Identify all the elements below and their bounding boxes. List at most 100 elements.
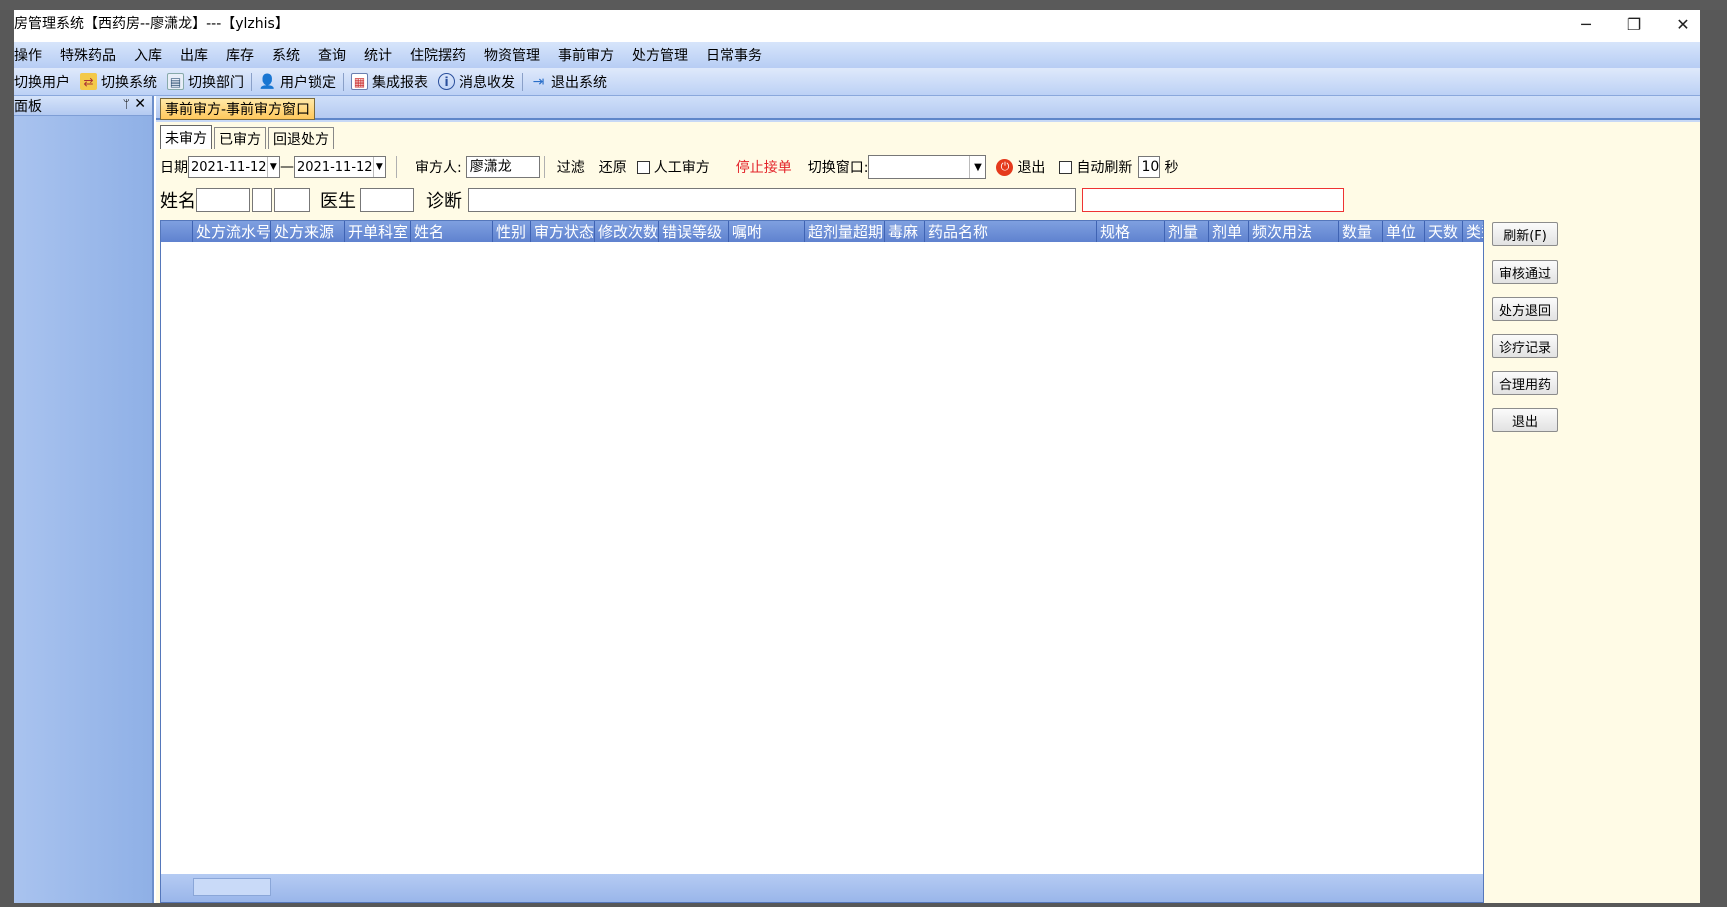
report-icon: ▦ bbox=[351, 73, 368, 90]
restore-icon[interactable]: ❐ bbox=[1608, 10, 1660, 38]
menu-item-stock-in[interactable]: 入库 bbox=[125, 45, 171, 65]
window-title: 房管理系统【西药房--廖潇龙】---【ylzhis】 bbox=[14, 16, 289, 32]
exit-review-button[interactable]: ⏻ 退出 bbox=[996, 157, 1045, 177]
switch-dept-label: 切换部门 bbox=[188, 74, 244, 91]
toolbar-divider bbox=[522, 72, 523, 91]
menu-item-stock-out[interactable]: 出库 bbox=[171, 45, 217, 65]
exit-button[interactable]: 退出 bbox=[1492, 408, 1558, 432]
chevron-down-icon[interactable]: ▼ bbox=[266, 157, 279, 177]
auto-refresh-checkbox[interactable]: 自动刷新 bbox=[1059, 157, 1132, 177]
switch-dept-icon: ▤ bbox=[167, 73, 184, 90]
tab-reviewed[interactable]: 已审方 bbox=[214, 127, 266, 149]
menu-item-operate[interactable]: 操作 bbox=[14, 45, 51, 65]
info-icon: i bbox=[438, 73, 455, 90]
name-input-2[interactable] bbox=[252, 188, 272, 212]
side-panel-title: 面板 bbox=[14, 98, 42, 115]
menu-item-statistics[interactable]: 统计 bbox=[355, 45, 401, 65]
manual-review-label: 人工审方 bbox=[653, 160, 710, 176]
column-header[interactable]: 姓名 bbox=[411, 221, 493, 242]
column-header[interactable]: 开单科室 bbox=[345, 221, 411, 242]
prescription-table: 处方流水号 处方来源 开单科室 姓名 性别 审方状态 修改次数 错误等级 嘱咐 … bbox=[160, 220, 1484, 903]
refresh-interval-field[interactable]: 10 bbox=[1138, 156, 1161, 178]
menu-item-special-drugs[interactable]: 特殊药品 bbox=[51, 45, 125, 65]
reviewer-field[interactable]: 廖潇龙 bbox=[465, 156, 540, 178]
approve-button[interactable]: 审核通过 bbox=[1492, 260, 1558, 284]
menu-item-materials[interactable]: 物资管理 bbox=[475, 45, 549, 65]
column-header[interactable]: 药品名称 bbox=[925, 221, 1097, 242]
horizontal-scrollbar[interactable] bbox=[193, 878, 271, 896]
column-header[interactable]: 数量 bbox=[1339, 221, 1383, 242]
alert-field[interactable] bbox=[1082, 188, 1344, 212]
exit-system-button[interactable]: ⇥ 退出系统 bbox=[525, 72, 612, 92]
column-header[interactable]: 规格 bbox=[1097, 221, 1165, 242]
search-row: 姓名 医生 诊断 bbox=[160, 184, 1480, 216]
column-header[interactable]: 处方来源 bbox=[271, 221, 345, 242]
user-lock-label: 用户锁定 bbox=[280, 74, 336, 91]
column-header[interactable]: 性别 bbox=[493, 221, 531, 242]
menu-item-pre-review[interactable]: 事前审方 bbox=[549, 45, 623, 65]
diagnosis-input[interactable] bbox=[468, 188, 1076, 212]
message-button[interactable]: i 消息收发 bbox=[433, 72, 520, 92]
column-header[interactable]: 类型 bbox=[1463, 221, 1483, 242]
treatment-record-button[interactable]: 诊疗记录 bbox=[1492, 334, 1558, 358]
column-header[interactable]: 处方流水号 bbox=[193, 221, 271, 242]
panel-close-icon[interactable]: ✕ bbox=[134, 96, 146, 112]
minimize-icon[interactable]: ─ bbox=[1560, 10, 1612, 38]
diagnosis-label: 诊断 bbox=[426, 191, 462, 212]
column-header[interactable] bbox=[161, 221, 193, 242]
menu-item-inventory[interactable]: 库存 bbox=[217, 45, 263, 65]
return-prescription-button[interactable]: 处方退回 bbox=[1492, 297, 1558, 321]
stop-order-button[interactable]: 停止接单 bbox=[736, 157, 792, 177]
switch-system-button[interactable]: ⇄ 切换系统 bbox=[75, 72, 162, 92]
report-label: 集成报表 bbox=[372, 74, 428, 91]
filter-row: 日期 2021-11-12 ▼ — 2021-11-12 ▼ 审方人: 廖潇龙 … bbox=[160, 152, 1480, 182]
chevron-down-icon[interactable]: ▼ bbox=[969, 156, 985, 178]
filter-button[interactable]: 过滤 bbox=[557, 157, 585, 177]
checkbox-icon bbox=[1059, 160, 1073, 174]
restore-button[interactable]: 还原 bbox=[599, 157, 627, 177]
menu-item-prescription-mgmt[interactable]: 处方管理 bbox=[623, 45, 697, 65]
tab-returned[interactable]: 回退处方 bbox=[268, 127, 334, 149]
name-input[interactable] bbox=[196, 188, 250, 212]
column-header[interactable]: 毒麻 bbox=[885, 221, 925, 242]
chevron-down-icon[interactable]: ▼ bbox=[372, 157, 385, 177]
doctor-label: 医生 bbox=[320, 191, 356, 212]
date-from-picker[interactable]: 2021-11-12 ▼ bbox=[188, 156, 280, 178]
column-header[interactable]: 剂单 bbox=[1209, 221, 1249, 242]
column-header[interactable]: 修改次数 bbox=[595, 221, 659, 242]
column-header[interactable]: 单位 bbox=[1383, 221, 1425, 242]
rational-drug-use-button[interactable]: 合理用药 bbox=[1492, 371, 1558, 395]
tab-pre-review-window[interactable]: 事前审方-事前审方窗口 bbox=[160, 98, 316, 120]
tab-unreviewed[interactable]: 未审方 bbox=[160, 125, 212, 149]
refresh-button[interactable]: 刷新(F) bbox=[1492, 222, 1558, 246]
date-to-picker[interactable]: 2021-11-12 ▼ bbox=[294, 156, 386, 178]
toolbar: 切换用户 ⇄ 切换系统 ▤ 切换部门 👤 用户锁定 ▦ 集成报表 i 消息收发 … bbox=[14, 68, 1714, 96]
switch-dept-button[interactable]: ▤ 切换部门 bbox=[162, 72, 249, 92]
menu-item-inpatient-dispense[interactable]: 住院摆药 bbox=[401, 45, 475, 65]
side-panel: 面板 ᛘ ✕ bbox=[14, 96, 154, 903]
column-header[interactable]: 超剂量超期 bbox=[805, 221, 885, 242]
switch-user-button[interactable]: 切换用户 bbox=[14, 72, 75, 92]
column-header[interactable]: 频次用法 bbox=[1249, 221, 1339, 242]
message-label: 消息收发 bbox=[459, 74, 515, 91]
column-header[interactable]: 天数 bbox=[1425, 221, 1463, 242]
menu-item-daily-affairs[interactable]: 日常事务 bbox=[697, 45, 771, 65]
manual-review-checkbox[interactable]: 人工审方 bbox=[636, 157, 710, 177]
report-button[interactable]: ▦ 集成报表 bbox=[346, 72, 433, 92]
column-header[interactable]: 审方状态 bbox=[531, 221, 595, 242]
name-input-3[interactable] bbox=[274, 188, 310, 212]
toolbar-divider bbox=[343, 72, 344, 91]
action-buttons: 刷新(F) 审核通过 处方退回 诊疗记录 合理用药 退出 bbox=[1492, 222, 1562, 445]
doctor-input[interactable] bbox=[360, 188, 414, 212]
column-header[interactable]: 剂量 bbox=[1165, 221, 1209, 242]
column-header[interactable]: 错误等级 bbox=[659, 221, 729, 242]
switch-window-select[interactable]: ▼ bbox=[868, 155, 987, 179]
exit-system-label: 退出系统 bbox=[551, 74, 607, 91]
menu-item-query[interactable]: 查询 bbox=[309, 45, 355, 65]
user-lock-button[interactable]: 👤 用户锁定 bbox=[254, 72, 341, 92]
column-header[interactable]: 嘱咐 bbox=[729, 221, 805, 242]
checkbox-icon bbox=[636, 160, 650, 174]
pin-icon[interactable]: ᛘ bbox=[123, 97, 130, 111]
document-tab-bar: 事前审方-事前审方窗口 bbox=[156, 96, 1714, 120]
menu-item-system[interactable]: 系统 bbox=[263, 45, 309, 65]
